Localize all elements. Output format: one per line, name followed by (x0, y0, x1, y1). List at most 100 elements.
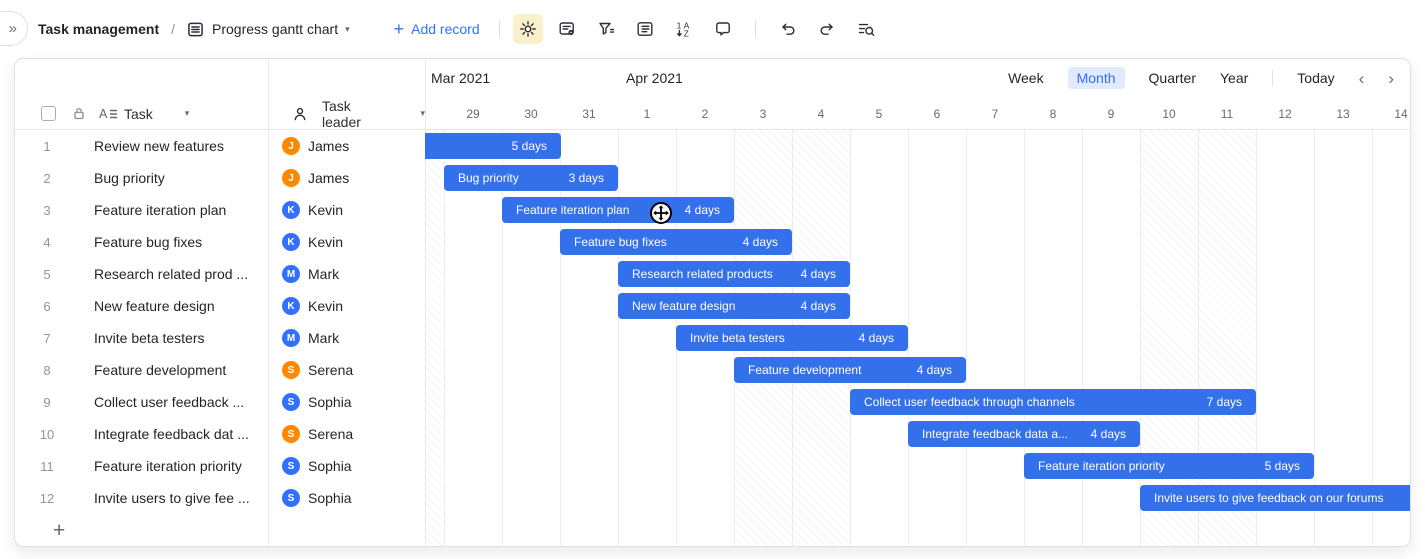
gantt-bar[interactable]: Feature bug fixes4 days (560, 229, 792, 255)
table-row[interactable]: 5Research related prod ...MMark (15, 258, 425, 290)
table-row[interactable]: 2Bug priorityJJames (15, 162, 425, 194)
table-row[interactable]: 9Collect user feedback ...SSophia (15, 386, 425, 418)
avatar: S (282, 361, 300, 379)
task-leader-cell[interactable]: K Kevin (268, 201, 425, 219)
task-name-cell[interactable]: New feature design (79, 298, 268, 314)
gantt-bar[interactable]: Feature development4 days (734, 357, 966, 383)
table-row[interactable]: 12Invite users to give fee ... S Sophia (15, 482, 425, 514)
task-name-cell[interactable]: Research related prod ... (79, 266, 268, 282)
gantt-bar[interactable]: Bug priority3 days (444, 165, 618, 191)
gantt-bar[interactable]: Feature iteration priority5 days (1024, 453, 1314, 479)
table-row[interactable]: 8Feature developmentSSerena (15, 354, 425, 386)
avatar: K (282, 233, 300, 251)
add-row-button[interactable]: + (53, 520, 65, 541)
avatar: J (282, 137, 300, 155)
task-leader-cell[interactable]: MMark (268, 265, 425, 283)
add-record-button[interactable]: + Add record (394, 20, 480, 38)
task-name-cell[interactable]: Integrate feedback dat ... (79, 426, 268, 442)
task-name-cell[interactable]: Invite users to give fee ... (79, 490, 268, 506)
table-row[interactable]: 3Feature iteration planKKevin (15, 194, 425, 226)
undo-icon-button[interactable] (773, 14, 803, 44)
leader-name: Kevin (308, 202, 343, 218)
row-number: 11 (15, 459, 79, 474)
gantt-bar[interactable]: Invite users to give feedback on our for… (1140, 485, 1411, 511)
gantt-bar[interactable]: Research related products4 days (618, 261, 850, 287)
bar-duration-label: 4 days (1091, 427, 1126, 441)
day-label: 8 (1024, 107, 1082, 121)
avatar: M (282, 329, 300, 347)
bar-duration-label: 4 days (801, 299, 836, 313)
table-row[interactable]: 11Feature iteration prioritySSophia (15, 450, 425, 482)
task-leader-cell[interactable]: S Sophia (268, 489, 425, 507)
view-name[interactable]: Progress gantt chart (212, 21, 338, 37)
svg-text:Z: Z (683, 28, 688, 38)
avatar: S (282, 489, 300, 507)
task-leader-cell[interactable]: M Mark (268, 329, 425, 347)
avatar: K (282, 201, 300, 219)
task-name-cell[interactable]: Feature bug fixes (79, 234, 268, 250)
gantt-bar[interactable]: Collect user feedback through channels7 … (850, 389, 1256, 415)
day-label: 31 (560, 107, 618, 121)
row-number: 12 (15, 491, 79, 506)
base-title[interactable]: Task management (38, 21, 159, 37)
task-name-cell[interactable]: Feature iteration priority (79, 458, 268, 474)
avatar: S (282, 457, 300, 475)
view-switch-chevron-down-icon[interactable]: ▾ (345, 24, 350, 35)
task-leader-cell[interactable]: SSophia (268, 393, 425, 411)
search-records-icon-button[interactable] (851, 14, 881, 44)
record-settings-icon-button[interactable] (552, 14, 582, 44)
zoom-option-quarter[interactable]: Quarter (1149, 70, 1196, 86)
leader-column-header[interactable]: Task leader (322, 98, 376, 130)
sort-icon-button[interactable]: 1AZ (669, 14, 699, 44)
row-number: 1 (15, 139, 79, 154)
bar-duration-label: 7 days (1207, 395, 1242, 409)
table-row[interactable]: 10Integrate feedback dat ...SSerena (15, 418, 425, 450)
select-all-checkbox[interactable] (41, 106, 56, 121)
task-name-cell[interactable]: Feature development (79, 362, 268, 378)
table-row[interactable]: 6New feature designKKevin (15, 290, 425, 322)
row-number: 2 (15, 171, 79, 186)
task-column-chevron-down-icon[interactable]: ▾ (185, 108, 190, 119)
prev-period-button[interactable]: ‹ (1359, 70, 1365, 87)
task-leader-cell[interactable]: JJames (268, 137, 425, 155)
task-leader-cell[interactable]: KKevin (268, 297, 425, 315)
zoom-option-year[interactable]: Year (1220, 70, 1248, 86)
task-name-cell[interactable]: Review new features (79, 138, 268, 154)
task-leader-cell[interactable]: SSerena (268, 425, 425, 443)
task-name-cell[interactable]: Feature iteration plan (79, 202, 268, 218)
task-leader-cell[interactable]: SSophia (268, 457, 425, 475)
today-button[interactable]: Today (1297, 70, 1334, 86)
day-label: 13 (1314, 107, 1372, 121)
next-period-button[interactable]: › (1388, 70, 1394, 87)
gantt-bar[interactable]: New feature design 4 days (618, 293, 850, 319)
leader-name: Sophia (308, 490, 352, 506)
filter-icon-button[interactable] (591, 14, 621, 44)
comment-icon-button[interactable] (708, 14, 738, 44)
task-name-cell[interactable]: Bug priority (79, 170, 268, 186)
gantt-bar[interactable]: Invite beta testers4 days (676, 325, 908, 351)
task-leader-cell[interactable]: SSerena (268, 361, 425, 379)
task-name-cell[interactable]: Collect user feedback ... (79, 394, 268, 410)
task-leader-cell[interactable]: JJames (268, 169, 425, 187)
gantt-bar[interactable]: Integrate feedback data a...4 days (908, 421, 1140, 447)
redo-icon-button[interactable] (812, 14, 842, 44)
bar-duration-label: 5 days (512, 139, 547, 153)
table-row[interactable]: 4Feature bug fixesKKevin (15, 226, 425, 258)
table-row[interactable]: 1Review new featuresJJames (15, 130, 425, 162)
gantt-bar[interactable]: Feature iteration plan4 days (502, 197, 734, 223)
settings-icon-button[interactable] (513, 14, 543, 44)
leader-name: Serena (308, 426, 353, 442)
leader-name: Mark (308, 330, 339, 346)
table-header-row: A Task ▾ Task leader ▾ (15, 97, 425, 130)
group-icon-button[interactable] (630, 14, 660, 44)
zoom-option-month[interactable]: Month (1068, 67, 1125, 89)
sidebar-expand-button[interactable]: » (0, 11, 28, 46)
table-row[interactable]: 7Invite beta testersMMark (15, 322, 425, 354)
bar-task-label: New feature design (632, 299, 735, 313)
gantt-bar[interactable]: 5 days (425, 133, 561, 159)
task-column-header[interactable]: Task (124, 106, 153, 122)
add-record-label: Add record (411, 21, 479, 37)
task-leader-cell[interactable]: KKevin (268, 233, 425, 251)
zoom-option-week[interactable]: Week (1008, 70, 1044, 86)
task-name-cell[interactable]: Invite beta testers (79, 330, 268, 346)
